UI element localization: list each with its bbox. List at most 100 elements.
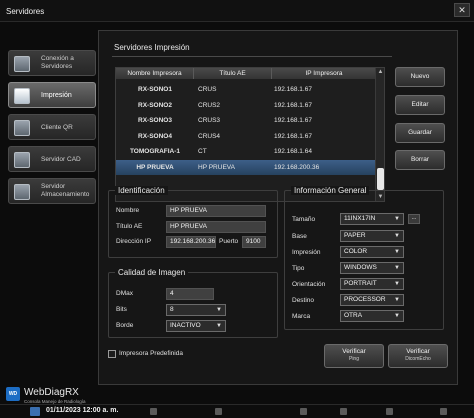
puerto-field[interactable]: 9100	[242, 236, 266, 248]
table-row[interactable]: RX-SONO3 CRUS3 192.168.1.67	[116, 113, 376, 129]
nav-item-servidor-almacenamiento[interactable]: Servidor Almacenamiento	[8, 178, 96, 204]
taskbar-date: 01/11/2023 12:00 a. m.	[46, 407, 119, 414]
table-body: RX-SONO1 CRUS 192.168.1.67 RX-SONO2 CRUS…	[116, 82, 376, 175]
impresion-value: COLOR	[344, 248, 368, 255]
cell-name: RX-SONO2	[138, 101, 172, 109]
table-row[interactable]: RX-SONO4 CRUS4 192.168.1.67	[116, 129, 376, 145]
table-scrollbar[interactable]: ▲ ▼	[375, 68, 384, 201]
guardar-button[interactable]: Guardar	[395, 123, 445, 143]
info-general-group: Información General	[284, 186, 444, 330]
nav-item-label: Servidor CAD	[41, 156, 81, 163]
tamano-select[interactable]: 11INX17IN ▼	[340, 213, 404, 225]
scroll-up-icon[interactable]: ▲	[377, 68, 384, 76]
group-title: Información General	[291, 186, 370, 195]
chevron-down-icon: ▼	[394, 281, 400, 287]
dmax-field[interactable]: 4	[166, 288, 214, 300]
ip-label: Dirección IP	[116, 238, 152, 245]
cad-server-icon	[14, 152, 30, 168]
bits-select[interactable]: 8 ▼	[166, 304, 226, 316]
table-row-selected[interactable]: HP PRUEVA HP PRUEVA 192.168.200.36	[116, 159, 376, 175]
tray-icon[interactable]	[150, 408, 157, 415]
destino-select[interactable]: PROCESSOR ▼	[340, 294, 404, 306]
base-value: PAPER	[344, 232, 366, 239]
column-header-name[interactable]: Nombre Impresora	[116, 68, 194, 79]
nav-item-label: Conexión a Servidores	[41, 55, 74, 70]
nav-item-conexion[interactable]: Conexión a Servidores	[8, 50, 96, 76]
cell-ip: 192.168.200.36	[274, 163, 320, 171]
chevron-down-icon: ▼	[394, 313, 400, 319]
tamano-value: 11INX17IN	[344, 215, 376, 222]
table-row[interactable]: RX-SONO2 CRUS2 192.168.1.67	[116, 98, 376, 114]
nav-item-label: Cliente QR	[41, 124, 73, 131]
cell-ip: 192.168.1.67	[274, 132, 312, 140]
orientacion-value: PORTRAIT	[344, 280, 377, 287]
base-label: Base	[292, 233, 307, 240]
titulo-ae-field[interactable]: HP PRUEVA	[166, 221, 266, 233]
chevron-down-icon: ▼	[216, 307, 222, 313]
orientacion-label: Orientación	[292, 281, 326, 288]
cell-name: RX-SONO3	[138, 117, 172, 125]
marca-select[interactable]: OTRA ▼	[340, 310, 404, 322]
chevron-down-icon: ▼	[394, 297, 400, 303]
chevron-down-icon: ▼	[394, 233, 400, 239]
chevron-down-icon: ▼	[394, 249, 400, 255]
button-title: Verificar	[406, 348, 430, 355]
titulo-ae-label: Título AE	[116, 223, 143, 230]
nav-item-label: Impresión	[41, 92, 72, 99]
tray-icon[interactable]	[386, 408, 393, 415]
calendar-icon[interactable]	[30, 407, 40, 416]
editar-button[interactable]: Editar	[395, 95, 445, 115]
nav-item-label: Servidor Almacenamiento	[41, 183, 90, 198]
chevron-down-icon: ▼	[394, 216, 400, 222]
nuevo-button[interactable]: Nuevo	[395, 67, 445, 87]
nombre-field[interactable]: HP PRUEVA	[166, 205, 266, 217]
impresion-label: Impresión	[292, 249, 321, 256]
verificar-dicomecho-button[interactable]: Verificar DicomEcho	[388, 344, 448, 368]
predefinida-checkbox[interactable]	[108, 350, 116, 358]
window-titlebar: Servidores ✕	[0, 0, 474, 22]
tipo-select[interactable]: WINDOWS ▼	[340, 262, 404, 274]
cell-ip: 192.168.1.64	[274, 148, 312, 156]
storage-server-icon	[14, 184, 30, 200]
table-row[interactable]: RX-SONO1 CRUS 192.168.1.67	[116, 82, 376, 98]
cell-name: RX-SONO4	[138, 132, 172, 140]
ip-field[interactable]: 192.168.200.36	[166, 236, 216, 248]
more-button[interactable]: ...	[408, 214, 420, 224]
nav-item-impresion[interactable]: Impresión	[8, 82, 96, 108]
tray-icon[interactable]	[340, 408, 347, 415]
dmax-label: DMax	[116, 290, 133, 297]
impresion-select[interactable]: COLOR ▼	[340, 246, 404, 258]
printer-icon	[14, 88, 30, 104]
destino-value: PROCESSOR	[344, 296, 386, 303]
tray-icon[interactable]	[300, 408, 307, 415]
column-header-ae-title[interactable]: Título AE	[194, 68, 272, 79]
printers-table: Nombre Impresora Título AE IP Impresora …	[115, 67, 385, 202]
nav-item-cliente-qr[interactable]: Cliente QR	[8, 114, 96, 140]
borrar-button[interactable]: Borrar	[395, 150, 445, 170]
tipo-label: Tipo	[292, 265, 305, 272]
puerto-label: Puerto	[219, 238, 239, 245]
scroll-thumb[interactable]	[377, 168, 384, 190]
column-header-ip[interactable]: IP Impresora	[272, 68, 376, 79]
borde-select[interactable]: INACTIVO ▼	[166, 320, 226, 332]
base-select[interactable]: PAPER ▼	[340, 230, 404, 242]
chevron-down-icon: ▼	[394, 265, 400, 271]
orientacion-select[interactable]: PORTRAIT ▼	[340, 278, 404, 290]
borde-label: Borde	[116, 322, 134, 329]
table-row[interactable]: TOMOGRAFIA-1 CT 192.168.1.64	[116, 144, 376, 160]
button-subtitle: DicomEcho	[405, 356, 431, 362]
button-subtitle: Ping	[348, 356, 359, 362]
cell-ip: 192.168.1.67	[274, 117, 312, 125]
logo-name: WebDiagRX	[24, 387, 79, 398]
close-icon[interactable]: ✕	[454, 3, 470, 17]
nav-item-servidor-cad[interactable]: Servidor CAD	[8, 146, 96, 172]
cell-ae-title: CRUS	[198, 86, 217, 94]
destino-label: Destino	[292, 297, 315, 304]
tray-icon[interactable]	[215, 408, 222, 415]
tray-icon[interactable]	[440, 408, 447, 415]
cell-name: RX-SONO1	[138, 86, 172, 94]
window-title: Servidores	[6, 7, 45, 16]
bits-label: Bits	[116, 306, 127, 313]
cell-ae-title: CRUS2	[198, 101, 221, 109]
verificar-ping-button[interactable]: Verificar Ping	[324, 344, 384, 368]
